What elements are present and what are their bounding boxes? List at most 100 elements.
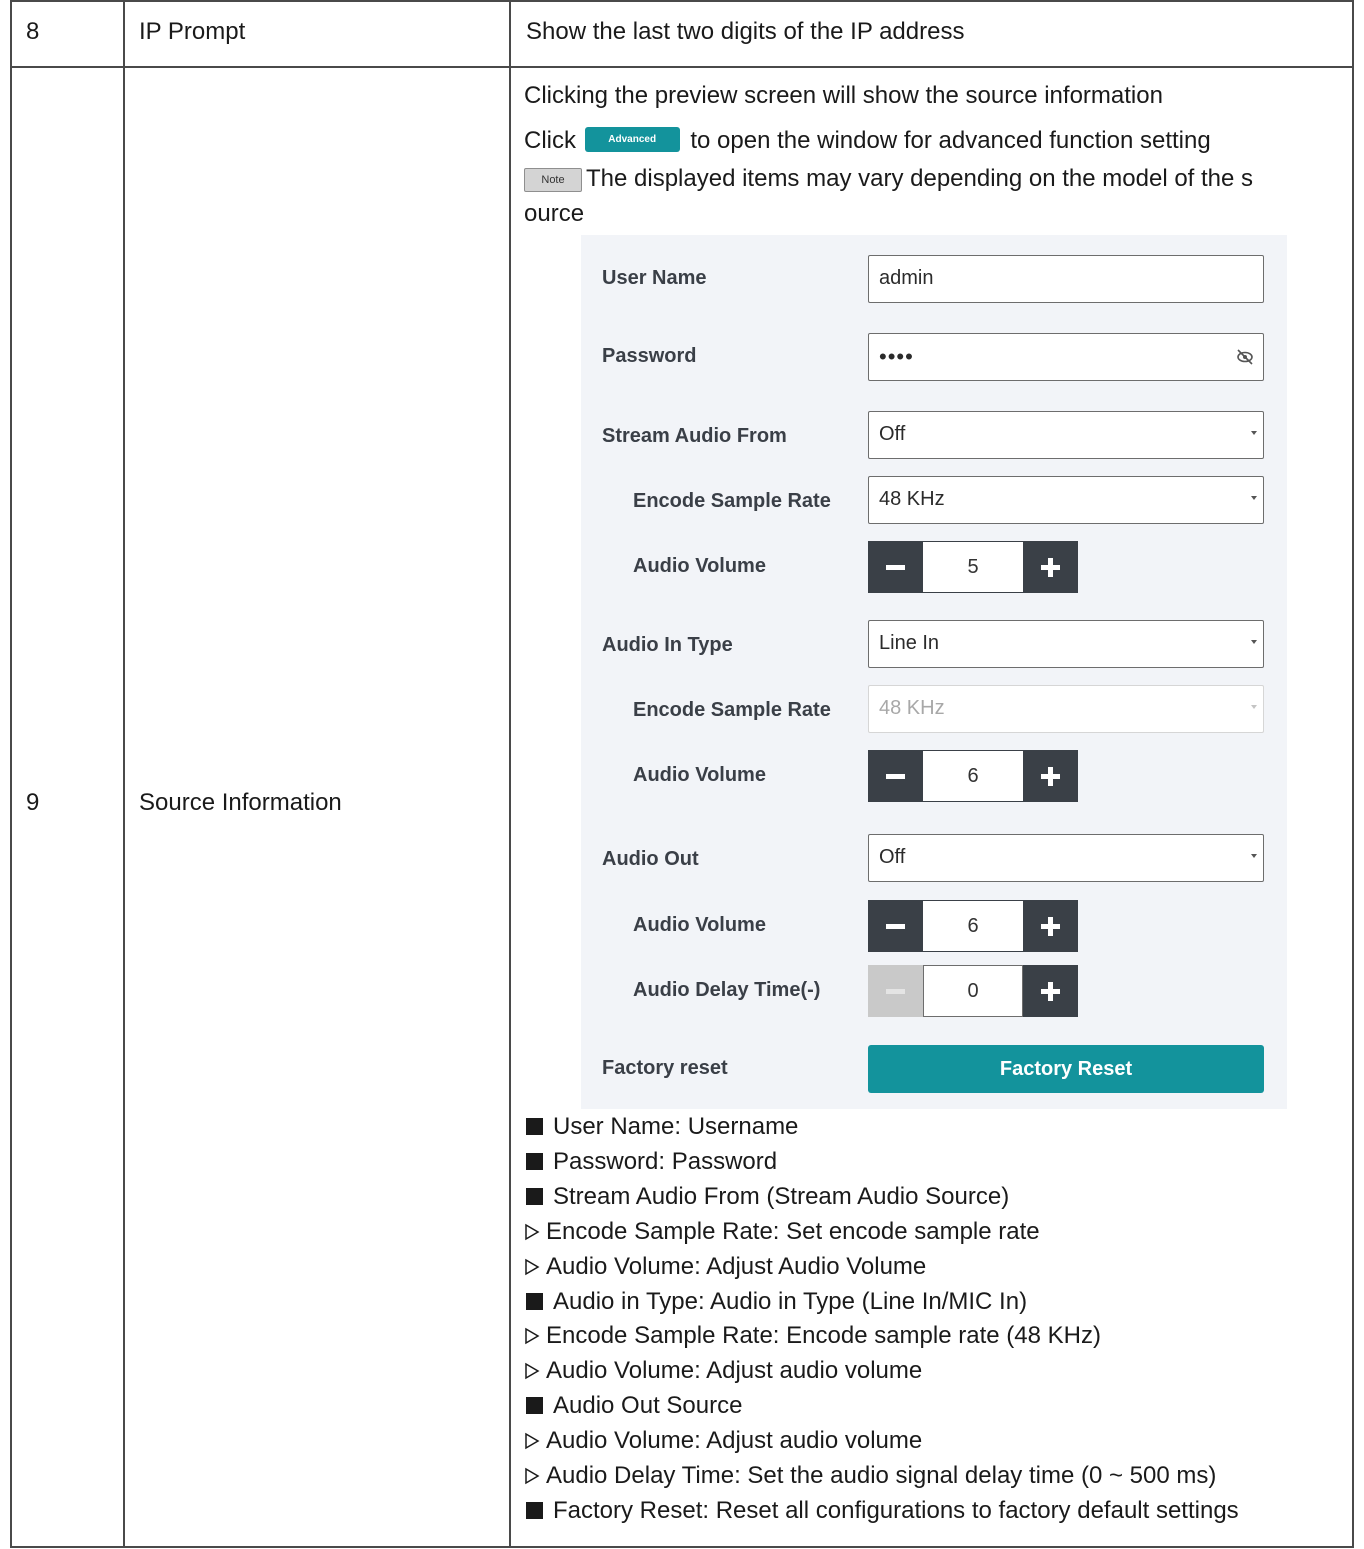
list-item-text: Encode Sample Rate: Encode sample rate (… [546,1322,1101,1350]
decrement-button[interactable] [868,541,923,593]
advanced-button: Advanced [584,127,680,152]
stream-audio-from-label: Stream Audio From [602,425,787,447]
table-border-bottom [10,1546,1354,1548]
intro-text: Clicking the preview screen will show th… [524,82,1163,109]
password-label: Password [602,345,697,367]
note-line: Note The displayed items may vary dependi… [524,164,1253,194]
decrement-button[interactable] [868,900,923,952]
chevron-down-icon [1251,854,1257,858]
square-bullet-icon [526,1118,543,1135]
list-item: Stream Audio From (Stream Audio Source) [524,1182,1009,1212]
audio-volume-value[interactable]: 6 [923,900,1023,952]
list-item-text: Audio Volume: Adjust audio volume [546,1357,923,1385]
table-border-left [10,0,12,1548]
increment-button[interactable] [1023,900,1078,952]
list-item-text: Password: Password [553,1147,778,1175]
increment-button[interactable] [1023,750,1078,802]
audio-volume-label: Audio Volume [633,764,766,786]
decrement-button[interactable] [868,750,923,802]
audio-out-value: Off [879,846,906,868]
note-text: The displayed items may vary depending o… [586,165,1254,192]
list-item: Encode Sample Rate: Encode sample rate (… [524,1321,1101,1351]
audio-delay-stepper: 0 [868,965,1078,1017]
list-item-text: Audio Out Source [553,1392,743,1420]
row-item: IP Prompt [139,18,246,45]
list-item: Audio Out Source [524,1391,742,1421]
factory-reset-label: Factory reset [602,1057,728,1079]
square-bullet-icon [526,1501,543,1519]
triangle-bullet-icon [525,1223,540,1240]
increment-button[interactable] [1023,541,1078,593]
list-item: Factory Reset: Reset all configurations … [524,1496,1239,1526]
chevron-down-icon [1251,496,1257,500]
note-line-wrap: ource [524,200,585,227]
audio-in-type-label: Audio In Type [602,634,733,656]
square-bullet-icon [526,1292,543,1310]
user-name-field[interactable]: admin [868,255,1264,303]
row-number: 8 [26,18,40,45]
audio-delay-time-label: Audio Delay Time(-) [633,979,821,1001]
audio-volume-stepper: 5 [868,541,1078,593]
eye-slash-icon[interactable] [1235,347,1255,367]
audio-in-type-select[interactable]: Line In [868,620,1264,668]
chevron-down-icon [1251,640,1257,644]
list-item: Password: Password [524,1147,777,1177]
row-number: 9 [26,789,40,816]
table-border-top [10,0,1354,2]
user-name-value: admin [879,267,934,289]
list-item-text: Audio Volume: Adjust audio volume [546,1427,923,1455]
audio-volume-stepper: 6 [868,750,1078,802]
list-item: Audio Delay Time: Set the audio signal d… [524,1461,1216,1491]
increment-button[interactable] [1023,965,1078,1017]
stream-audio-from-select[interactable]: Off [868,411,1264,459]
audio-volume-label: Audio Volume [633,555,766,577]
list-item-text: User Name: Username [553,1113,799,1140]
user-name-label: User Name [602,267,707,289]
click-suffix: to open the window for advanced function… [690,127,1211,154]
factory-reset-button[interactable]: Factory Reset [868,1045,1264,1093]
list-item: Audio Volume: Adjust Audio Volume [524,1252,926,1282]
password-field[interactable]: •••• [868,333,1264,381]
row-description: Show the last two digits of the IP addre… [526,18,965,45]
triangle-bullet-icon [525,1258,540,1275]
square-bullet-icon [526,1187,543,1205]
list-item: User Name: Username [524,1112,798,1142]
list-item: Audio Volume: Adjust audio volume [524,1356,922,1386]
advanced-instruction: Click Advanced to open the window for ad… [524,126,1211,156]
note-tag: Note [524,168,582,192]
click-prefix: Click [524,127,576,154]
table-col-divider [123,0,125,1548]
list-item-text: Audio Delay Time: Set the audio signal d… [546,1462,1217,1489]
list-item-text: Factory Reset: Reset all configurations … [553,1496,1239,1524]
list-item: Encode Sample Rate: Set encode sample ra… [524,1217,1040,1247]
encode-sample-rate-select[interactable]: 48 KHz [868,476,1264,524]
table-col-divider [509,0,511,1548]
audio-delay-value[interactable]: 0 [923,965,1023,1017]
audio-volume-label: Audio Volume [633,914,766,936]
list-item: Audio Volume: Adjust audio volume [524,1426,922,1456]
triangle-bullet-icon [525,1467,540,1485]
advanced-settings-panel: User Name admin Password •••• Stream Aud… [581,235,1287,1109]
list-item-text: Audio in Type: Audio in Type (Line In/MI… [553,1287,1028,1315]
encode-sample-rate-label: Encode Sample Rate [633,490,831,512]
stream-audio-from-value: Off [879,423,906,445]
square-bullet-icon [526,1397,543,1415]
audio-out-select[interactable]: Off [868,834,1264,882]
list-item-text: Audio Volume: Adjust Audio Volume [546,1252,927,1280]
table-border-right [1352,0,1354,1548]
table-row-divider [10,66,1354,68]
chevron-down-icon [1251,705,1257,709]
list-item: Audio in Type: Audio in Type (Line In/MI… [524,1287,1027,1317]
encode-sample-rate-value: 48 KHz [879,697,945,719]
list-item-text: Stream Audio From (Stream Audio Source) [553,1182,1010,1210]
audio-volume-value[interactable]: 6 [923,750,1023,802]
square-bullet-icon [526,1152,543,1170]
row-item: Source Information [139,789,342,816]
audio-volume-value[interactable]: 5 [923,541,1023,593]
decrement-button [868,965,923,1017]
audio-in-type-value: Line In [879,632,940,654]
encode-sample-rate-select-disabled: 48 KHz [868,685,1264,733]
triangle-bullet-icon [525,1432,540,1450]
password-value: •••• [879,344,914,369]
encode-sample-rate-value: 48 KHz [879,488,945,510]
